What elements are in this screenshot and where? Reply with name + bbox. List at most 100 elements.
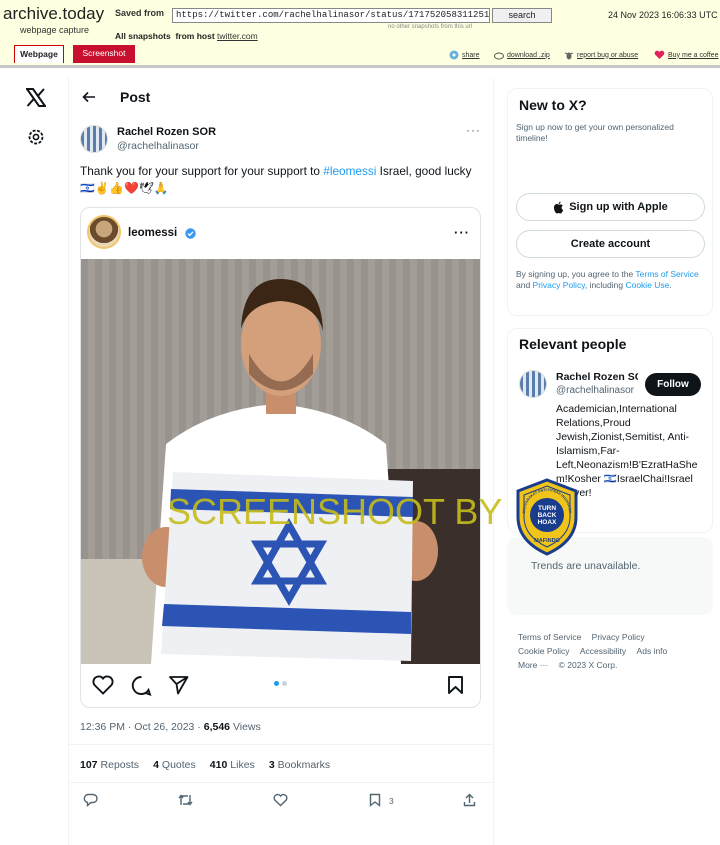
quotes-count: 4 bbox=[153, 759, 159, 771]
watermark-text: SCREENSHOOT BY bbox=[167, 491, 503, 532]
footer-terms-link[interactable]: Terms of Service bbox=[518, 630, 581, 644]
cookie-link[interactable]: Cookie Use bbox=[625, 280, 669, 290]
footer-privacy-link[interactable]: Privacy Policy bbox=[592, 630, 645, 644]
mafindo-badge-logo: TURN BACK HOAX MAFINDO MASYARAKAT ANTI F… bbox=[516, 478, 578, 556]
person-name[interactable]: Rachel Rozen SOR bbox=[556, 371, 638, 383]
gear-icon[interactable] bbox=[27, 128, 45, 146]
capture-date: 24 Nov 2023 16:06:33 UTC bbox=[608, 10, 718, 20]
photo-illustration bbox=[81, 259, 480, 664]
likes-stat[interactable]: 410 Likes bbox=[210, 759, 255, 771]
footer-copyright: © 2023 X Corp. bbox=[558, 660, 618, 670]
url-input[interactable]: https://twitter.com/rachelhalinasor/stat… bbox=[172, 8, 490, 23]
bookmark-icon[interactable] bbox=[369, 793, 381, 807]
instagram-comment-icon[interactable] bbox=[131, 675, 152, 696]
share-label: share bbox=[462, 51, 480, 59]
bug-icon bbox=[564, 52, 574, 60]
archive-toolbar: archive.today webpage capture Saved from… bbox=[0, 0, 720, 68]
engagement-stats: 107 Reposts 4 Quotes 410 Likes 3 Bookmarks bbox=[80, 759, 330, 771]
footer-accessibility-link[interactable]: Accessibility bbox=[580, 644, 626, 658]
badge-bottom-text: MAFINDO bbox=[534, 538, 560, 544]
post-emojis: 🇮🇱✌👍❤️🕊🙏 bbox=[80, 181, 169, 195]
cloud-download-icon bbox=[494, 52, 504, 60]
back-arrow-icon[interactable] bbox=[82, 91, 96, 103]
signup-title: New to X? bbox=[519, 97, 587, 113]
more-options-icon[interactable]: ··· bbox=[466, 123, 481, 137]
tab-webpage[interactable]: Webpage bbox=[14, 45, 64, 63]
reposts-count: 107 bbox=[80, 759, 98, 771]
follow-button[interactable]: Follow bbox=[645, 373, 701, 396]
like-icon[interactable] bbox=[273, 793, 288, 807]
instagram-save-icon[interactable] bbox=[447, 675, 464, 695]
post-text-before: Thank you for your support for your supp… bbox=[80, 164, 324, 178]
embedded-instagram-post[interactable]: leomessi ··· bbox=[80, 207, 481, 708]
carousel-dots bbox=[274, 681, 287, 686]
archive-logo[interactable]: archive.today bbox=[3, 4, 104, 24]
all-snapshots-line: All snapshots from host twitter.com bbox=[115, 31, 258, 41]
likes-count: 410 bbox=[209, 759, 228, 771]
person-avatar[interactable] bbox=[519, 370, 547, 398]
reposts-stat[interactable]: 107 Reposts bbox=[80, 759, 139, 771]
share-link[interactable]: share bbox=[449, 50, 480, 60]
instagram-like-icon[interactable] bbox=[92, 675, 114, 695]
badge-line-3: HOAX bbox=[538, 519, 557, 526]
person-handle[interactable]: @rachelhalinasor bbox=[556, 385, 640, 396]
author-avatar[interactable] bbox=[80, 125, 108, 153]
badge-line-1: TURN bbox=[538, 505, 556, 512]
signup-apple-button[interactable]: Sign up with Apple bbox=[516, 193, 705, 221]
archive-subtitle: webpage capture bbox=[20, 25, 90, 35]
host-link[interactable]: twitter.com bbox=[217, 31, 258, 41]
footer-more-link[interactable]: More ··· bbox=[518, 658, 548, 672]
x-logo-icon[interactable] bbox=[26, 88, 46, 107]
coffee-link[interactable]: Buy me a coffee bbox=[654, 50, 718, 60]
search-button[interactable]: search bbox=[492, 8, 552, 23]
apple-logo-icon bbox=[554, 201, 564, 213]
all-snapshots-label: All snapshots bbox=[115, 31, 171, 41]
instagram-share-icon[interactable] bbox=[168, 675, 189, 695]
coffee-label: Buy me a coffee bbox=[668, 51, 719, 59]
terms-link[interactable]: Terms of Service bbox=[635, 269, 698, 279]
footer-ads-link[interactable]: Ads info bbox=[637, 644, 668, 658]
report-link[interactable]: report bug or abuse bbox=[564, 50, 638, 60]
page-title: Post bbox=[120, 89, 151, 105]
post-text-after: Israel, good lucky bbox=[376, 164, 472, 178]
repost-icon[interactable] bbox=[177, 793, 194, 807]
download-label: download .zip bbox=[507, 51, 550, 59]
share-icon bbox=[449, 50, 459, 60]
likes-label: Likes bbox=[230, 759, 255, 771]
post-photo[interactable] bbox=[81, 259, 480, 664]
share-post-icon[interactable] bbox=[463, 793, 476, 807]
terms-and: and bbox=[516, 280, 533, 290]
author-name[interactable]: Rachel Rozen SOR bbox=[117, 126, 216, 138]
terms-notice: By signing up, you agree to the Terms of… bbox=[516, 269, 705, 291]
relevant-people-title: Relevant people bbox=[519, 336, 627, 352]
instagram-more-icon[interactable]: ··· bbox=[454, 225, 470, 240]
bookmark-action-count: 3 bbox=[389, 796, 394, 806]
author-handle[interactable]: @rachelhalinasor bbox=[117, 140, 199, 152]
instagram-username[interactable]: leomessi bbox=[128, 227, 177, 239]
hashtag-link[interactable]: #leomessi bbox=[323, 164, 376, 178]
trends-unavailable-text: Trends are unavailable. bbox=[531, 560, 641, 572]
privacy-link[interactable]: Privacy Policy bbox=[533, 280, 585, 290]
footer-cookie-link[interactable]: Cookie Policy bbox=[518, 644, 570, 658]
post-timestamp: 12:36 PM · Oct 26, 2023 · 6,546 Views bbox=[80, 721, 261, 733]
post-time-text: 12:36 PM · Oct 26, 2023 · bbox=[80, 721, 204, 733]
download-link[interactable]: download .zip bbox=[494, 50, 550, 60]
quotes-stat[interactable]: 4 Quotes bbox=[153, 759, 196, 771]
bookmarks-stat[interactable]: 3 Bookmarks bbox=[269, 759, 330, 771]
report-label: report bug or abuse bbox=[577, 51, 639, 59]
create-account-button[interactable]: Create account bbox=[516, 230, 705, 258]
no-other-snapshots-note: no other snapshots from this url bbox=[388, 24, 473, 30]
views-label: Views bbox=[232, 721, 261, 733]
from-host-label: from host bbox=[175, 31, 215, 41]
bookmarks-count: 3 bbox=[268, 759, 275, 771]
saved-from-label: Saved from bbox=[115, 8, 165, 18]
footer-links: Terms of Service Privacy Policy Cookie P… bbox=[518, 630, 713, 672]
divider bbox=[69, 782, 493, 783]
quotes-label: Quotes bbox=[161, 759, 196, 771]
reply-icon[interactable] bbox=[83, 793, 98, 807]
tab-screenshot[interactable]: Screenshot bbox=[73, 45, 135, 63]
post-text: Thank you for your support for your supp… bbox=[80, 163, 475, 197]
instagram-avatar[interactable] bbox=[87, 215, 121, 249]
terms-including: , including bbox=[584, 280, 626, 290]
bookmarks-label: Bookmarks bbox=[277, 759, 331, 771]
